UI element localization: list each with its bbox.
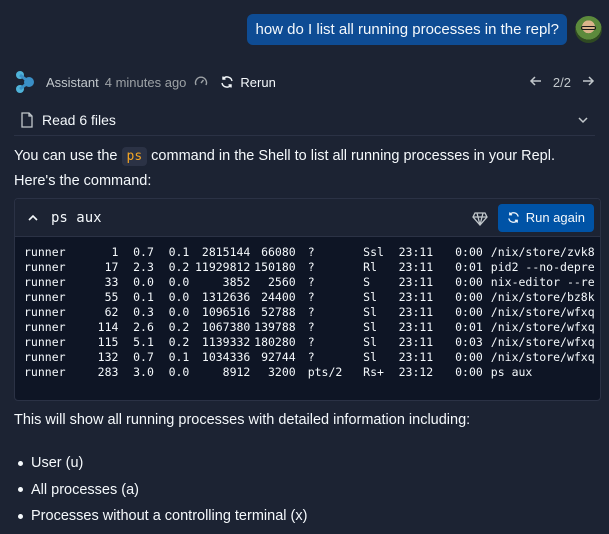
rerun-button[interactable]: Rerun — [220, 74, 276, 90]
assistant-logo-icon — [14, 70, 36, 94]
rerun-label: Rerun — [240, 74, 276, 90]
bullet-list: User (u) All processes (a) Processes wit… — [14, 450, 307, 530]
arrow-left-icon[interactable] — [529, 74, 543, 91]
table-row: runner 115 5.1 0.2 1139332 180280? Sl 23:11 0:03… — [24, 335, 595, 349]
gauge-icon[interactable] — [194, 75, 208, 89]
file-icon — [20, 111, 34, 128]
response-pager: 2/2 — [529, 74, 595, 91]
list-item: User (u) — [14, 450, 307, 477]
code-block-header: ps aux Run again — [15, 199, 600, 237]
read-files-toggle[interactable]: Read 6 files — [14, 104, 595, 136]
message-timestamp: 4 minutes ago — [104, 74, 187, 90]
summary-text: This will show all running processes wit… — [14, 412, 471, 428]
table-row: runner 55 0.1 0.0 1312636 24400? Sl 23:11 0:00/n… — [24, 290, 595, 304]
refresh-icon — [507, 212, 519, 223]
table-row: runner 33 0.0 0.0 3852 2560? S 23:11 0:00 nix-edi… — [24, 275, 595, 289]
list-item: All processes (a) — [14, 477, 307, 504]
inline-code: ps — [121, 147, 148, 166]
list-item: Processes without a controlling terminal… — [14, 503, 307, 530]
table-row: runner 1 0.7 0.1 2815144 66080? Ssl 23:11 0:00/n… — [24, 245, 595, 259]
table-row: runner 132 0.7 0.1 1034336 92744? Sl 23:11 0:00/… — [24, 350, 595, 364]
user-message-bubble: how do I list all running processes in t… — [247, 14, 567, 45]
table-row: runner 17 2.3 0.2 11929812 150180? Rl 23:11 0:01… — [24, 260, 595, 274]
chevron-down-icon[interactable] — [577, 114, 589, 126]
gem-icon[interactable] — [471, 210, 488, 226]
refresh-icon — [221, 76, 234, 88]
assistant-header: Assistant 4 minutes ago Rerun 2/2 — [14, 70, 595, 94]
table-row: runner 114 2.6 0.2 1067380 139788? Sl 23:11 0:01… — [24, 320, 595, 334]
code-command: ps aux — [51, 209, 102, 226]
run-again-label: Run again — [525, 210, 585, 225]
arrow-right-icon[interactable] — [581, 74, 595, 91]
user-avatar[interactable] — [575, 16, 602, 43]
assistant-name: Assistant — [46, 74, 99, 90]
process-output: runner 1 0.7 0.1 2815144 66080? Ssl 23:11 0:00/n… — [24, 245, 600, 380]
read-files-label: Read 6 files — [42, 111, 116, 128]
intro-text: You can use the ps command in the Shell … — [14, 147, 555, 189]
pager-count: 2/2 — [552, 74, 571, 90]
chevron-up-icon[interactable] — [27, 212, 39, 224]
table-row: runner 283 3.0 0.0 8912 3200 pts/2 Rs+ 23:12 0:00… — [24, 365, 533, 379]
run-again-button[interactable]: Run again — [497, 203, 594, 232]
code-block: ps aux Run again runner 1 0.7 0.1 2815144 660… — [14, 198, 601, 401]
table-row: runner 62 0.3 0.0 1096516 52788? Sl 23:11 0:00/n… — [24, 305, 595, 319]
user-message-text: how do I list all running processes in t… — [255, 21, 559, 38]
